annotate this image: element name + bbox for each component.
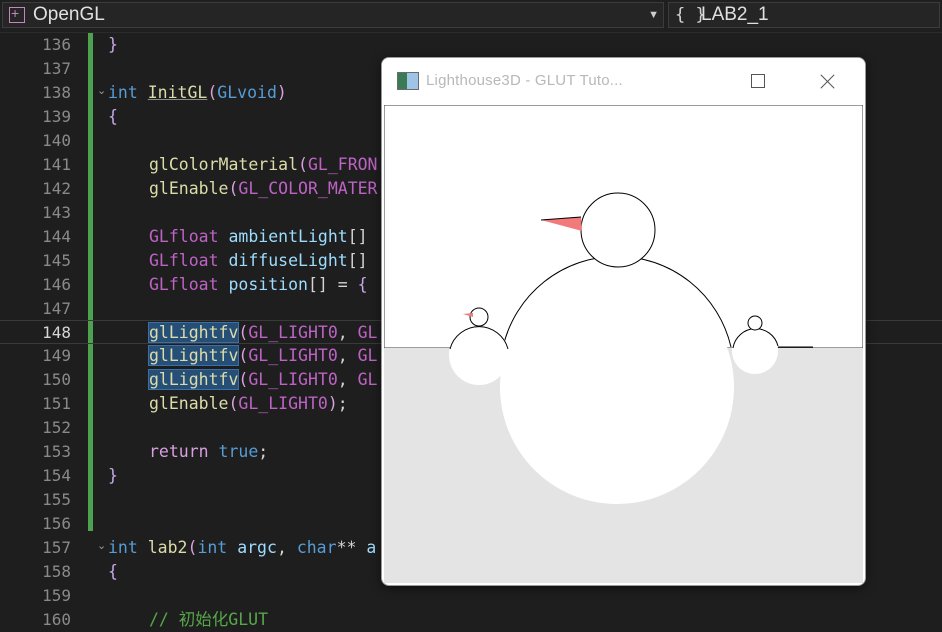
- app-icon: [397, 72, 419, 90]
- right-snowman-head: [747, 315, 763, 331]
- window-titlebar[interactable]: Lighthouse3D - GLUT Tuto...: [382, 58, 865, 104]
- code-text: int lab2(int argc, char** a: [108, 538, 377, 557]
- code-text: GLfloat ambientLight[]: [149, 227, 368, 246]
- project-dropdown[interactable]: OpenGL ▼: [2, 1, 664, 28]
- left-snowman-body: [449, 325, 509, 385]
- glut-window[interactable]: Lighthouse3D - GLUT Tuto...: [381, 57, 866, 586]
- project-name: OpenGL: [33, 4, 105, 25]
- code-text: int InitGL(GLvoid): [108, 83, 287, 102]
- code-text: {: [108, 562, 118, 581]
- line-number: 155: [42, 490, 71, 509]
- line-number: 150: [42, 370, 71, 389]
- fold-chevron-icon[interactable]: ⌄: [97, 539, 106, 552]
- code-text: return true;: [149, 442, 269, 461]
- opengl-viewport[interactable]: [383, 104, 864, 583]
- line-number: 149: [42, 346, 71, 365]
- code-text: glLightfv(GL_LIGHT0, GL: [147, 345, 378, 366]
- line-number: 147: [42, 299, 71, 318]
- maximize-button[interactable]: [745, 70, 771, 92]
- line-number: 143: [42, 203, 71, 222]
- code-text: GLfloat position[] = {: [149, 275, 368, 294]
- code-text: glLightfv(GL_LIGHT0, GL: [147, 369, 378, 390]
- line-number: 136: [42, 35, 71, 54]
- line-number: 156: [42, 514, 71, 533]
- code-text: }: [108, 466, 118, 485]
- line-number: 157: [42, 538, 71, 557]
- line-number: 159: [42, 586, 71, 605]
- line-number: 137: [42, 59, 71, 78]
- line-number: 146: [42, 275, 71, 294]
- line-number: 148: [42, 323, 71, 342]
- scope-name: LAB2_1: [701, 4, 769, 25]
- left-snowman-head: [469, 307, 489, 327]
- code-text: glColorMaterial(GL_FRON: [149, 155, 378, 174]
- snowman-scene: [383, 104, 864, 583]
- fold-chevron-icon[interactable]: ⌄: [97, 84, 106, 97]
- snowman-head: [580, 192, 656, 268]
- line-number: 144: [42, 227, 71, 246]
- navigation-bar: OpenGL ▼ { } LAB2_1: [0, 0, 942, 33]
- line-number: 145: [42, 251, 71, 270]
- line-number: 141: [42, 155, 71, 174]
- code-text: {: [108, 107, 118, 126]
- code-text: }: [108, 35, 118, 54]
- line-number: 152: [42, 418, 71, 437]
- scope-dropdown[interactable]: { } LAB2_1: [668, 2, 940, 28]
- code-line[interactable]: 159: [0, 584, 942, 608]
- window-title: Lighthouse3D - GLUT Tuto...: [426, 72, 623, 89]
- line-number: 158: [42, 562, 71, 581]
- project-icon: [9, 1, 25, 25]
- snowman-body: [500, 270, 734, 504]
- line-number: 154: [42, 466, 71, 485]
- close-button[interactable]: [815, 70, 841, 92]
- line-number: 140: [42, 131, 71, 150]
- code-text: GLfloat diffuseLight[]: [149, 251, 368, 270]
- line-number: 153: [42, 442, 71, 461]
- line-number: 138: [42, 83, 71, 102]
- line-number: 151: [42, 394, 71, 413]
- code-text: glEnable(GL_LIGHT0);: [149, 394, 348, 413]
- code-text: glEnable(GL_COLOR_MATER: [149, 179, 378, 198]
- line-number: 142: [42, 179, 71, 198]
- code-line[interactable]: 136}: [0, 33, 942, 57]
- line-number: 139: [42, 107, 71, 126]
- code-text: glLightfv(GL_LIGHT0, GL: [147, 322, 378, 343]
- chevron-down-icon[interactable]: ▼: [648, 3, 659, 27]
